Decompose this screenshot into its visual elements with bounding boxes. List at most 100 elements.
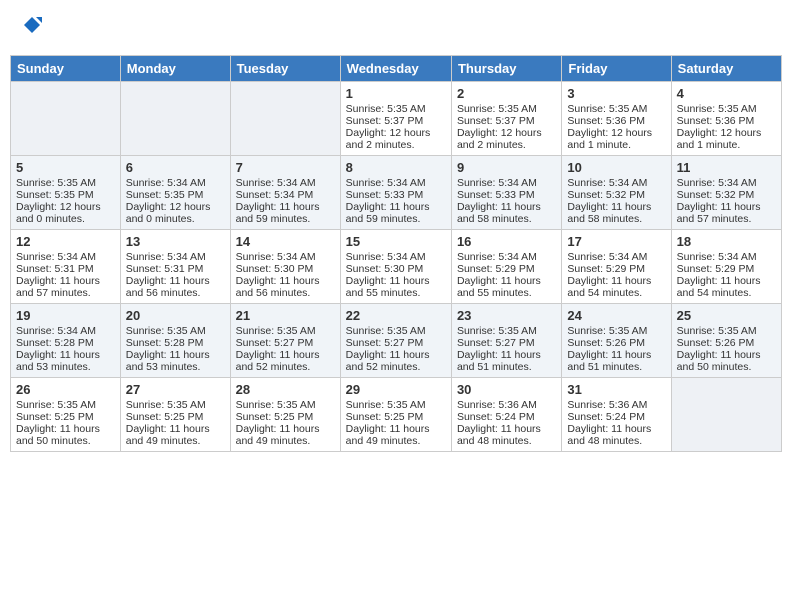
sunset-text: Sunset: 5:36 PM [567, 115, 665, 127]
sunrise-text: Sunrise: 5:34 AM [457, 177, 556, 189]
calendar-cell: 24Sunrise: 5:35 AMSunset: 5:26 PMDayligh… [562, 304, 671, 378]
sunset-text: Sunset: 5:26 PM [677, 337, 776, 349]
sunset-text: Sunset: 5:29 PM [677, 263, 776, 275]
sunrise-text: Sunrise: 5:35 AM [346, 399, 446, 411]
day-number: 22 [346, 308, 446, 323]
sunrise-text: Sunrise: 5:34 AM [677, 177, 776, 189]
daylight-text: Daylight: 12 hours and 1 minute. [567, 127, 665, 151]
sunrise-text: Sunrise: 5:35 AM [346, 103, 446, 115]
daylight-text: Daylight: 11 hours and 59 minutes. [236, 201, 335, 225]
calendar-table: SundayMondayTuesdayWednesdayThursdayFrid… [10, 55, 782, 452]
calendar-week-row: 19 Sunrise: 5:34 AM Sunset: 5:28 PM Dayligh… [11, 304, 782, 378]
sunrise-text: Sunrise: 5:35 AM [677, 325, 776, 337]
daylight-text: Daylight: 12 hours and 1 minute. [677, 127, 776, 151]
sunrise-text: Sunrise: 5:35 AM [457, 325, 556, 337]
daylight-text: Daylight: 11 hours and 53 minutes. [16, 349, 115, 373]
daylight-text: Daylight: 11 hours and 55 minutes. [346, 275, 446, 299]
sunset-text: Sunset: 5:34 PM [236, 189, 335, 201]
calendar-header-row: SundayMondayTuesdayWednesdayThursdayFrid… [11, 56, 782, 82]
calendar-cell: 5Sunrise: 5:35 AMSunset: 5:35 PMDaylight… [11, 156, 121, 230]
daylight-text: Daylight: 11 hours and 56 minutes. [126, 275, 225, 299]
calendar-cell: 29Sunrise: 5:35 AMSunset: 5:25 PMDayligh… [340, 378, 451, 452]
daylight-text: Daylight: 11 hours and 52 minutes. [346, 349, 446, 373]
calendar-cell: 23Sunrise: 5:35 AMSunset: 5:27 PMDayligh… [451, 304, 561, 378]
calendar-cell: 27Sunrise: 5:35 AMSunset: 5:25 PMDayligh… [120, 378, 230, 452]
day-number: 8 [346, 160, 446, 175]
sunrise-text: Sunrise: 5:35 AM [236, 399, 335, 411]
sunset-text: Sunset: 5:25 PM [126, 411, 225, 423]
sunrise-text: Sunrise: 5:34 AM [16, 251, 115, 263]
day-number: 1 [346, 86, 446, 101]
day-number: 29 [346, 382, 446, 397]
day-number: 16 [457, 234, 556, 249]
sunset-text: Sunset: 5:27 PM [457, 337, 556, 349]
daylight-text: Daylight: 11 hours and 50 minutes. [16, 423, 115, 447]
calendar-cell: 10Sunrise: 5:34 AMSunset: 5:32 PMDayligh… [562, 156, 671, 230]
day-number: 21 [236, 308, 335, 323]
calendar-week-row: 12Sunrise: 5:34 AMSunset: 5:31 PMDayligh… [11, 230, 782, 304]
calendar-cell: 8Sunrise: 5:34 AMSunset: 5:33 PMDaylight… [340, 156, 451, 230]
day-number: 19 [16, 308, 115, 323]
daylight-text: Daylight: 11 hours and 49 minutes. [236, 423, 335, 447]
daylight-text: Daylight: 11 hours and 58 minutes. [457, 201, 556, 225]
day-number: 4 [677, 86, 776, 101]
weekday-header: Monday [120, 56, 230, 82]
calendar-week-row: 1Sunrise: 5:35 AMSunset: 5:37 PMDaylight… [11, 82, 782, 156]
day-number: 5 [16, 160, 115, 175]
sunrise-text: Sunrise: 5:35 AM [346, 325, 446, 337]
logo-icon [22, 15, 42, 35]
sunrise-text: Sunrise: 5:34 AM [126, 177, 225, 189]
sunrise-text: Sunrise: 5:35 AM [126, 399, 225, 411]
daylight-text: Daylight: 11 hours and 57 minutes. [677, 201, 776, 225]
daylight-text: Daylight: 11 hours and 49 minutes. [346, 423, 446, 447]
day-number: 31 [567, 382, 665, 397]
calendar-cell: 11Sunrise: 5:34 AMSunset: 5:32 PMDayligh… [671, 156, 781, 230]
daylight-text: Daylight: 12 hours and 0 minutes. [16, 201, 115, 225]
calendar-cell: 3Sunrise: 5:35 AMSunset: 5:36 PMDaylight… [562, 82, 671, 156]
sunset-text: Sunset: 5:31 PM [126, 263, 225, 275]
sunset-text: Sunset: 5:35 PM [126, 189, 225, 201]
calendar-week-row: 5Sunrise: 5:35 AMSunset: 5:35 PMDaylight… [11, 156, 782, 230]
sunrise-text: Sunrise: 5:35 AM [567, 325, 665, 337]
daylight-text: Daylight: 11 hours and 54 minutes. [567, 275, 665, 299]
daylight-text: Daylight: 11 hours and 51 minutes. [567, 349, 665, 373]
daylight-text: Daylight: 12 hours and 2 minutes. [457, 127, 556, 151]
sunrise-text: Sunrise: 5:34 AM [346, 177, 446, 189]
calendar-cell: 18Sunrise: 5:34 AMSunset: 5:29 PMDayligh… [671, 230, 781, 304]
sunset-text: Sunset: 5:28 PM [126, 337, 225, 349]
page-header [10, 10, 782, 45]
logo [20, 15, 42, 40]
daylight-text: Daylight: 11 hours and 58 minutes. [567, 201, 665, 225]
sunset-text: Sunset: 5:25 PM [236, 411, 335, 423]
calendar-cell: 22Sunrise: 5:35 AMSunset: 5:27 PMDayligh… [340, 304, 451, 378]
weekday-header: Tuesday [230, 56, 340, 82]
daylight-text: Daylight: 11 hours and 52 minutes. [236, 349, 335, 373]
sunset-text: Sunset: 5:32 PM [677, 189, 776, 201]
sunset-text: Sunset: 5:29 PM [567, 263, 665, 275]
calendar-cell: 15Sunrise: 5:34 AMSunset: 5:30 PMDayligh… [340, 230, 451, 304]
sunrise-text: Sunrise: 5:36 AM [567, 399, 665, 411]
sunset-text: Sunset: 5:33 PM [457, 189, 556, 201]
sunrise-text: Sunrise: 5:34 AM [346, 251, 446, 263]
daylight-text: Daylight: 11 hours and 49 minutes. [126, 423, 225, 447]
day-number: 15 [346, 234, 446, 249]
daylight-text: Daylight: 11 hours and 54 minutes. [677, 275, 776, 299]
calendar-cell [11, 82, 121, 156]
day-number: 3 [567, 86, 665, 101]
calendar-cell [120, 82, 230, 156]
sunset-text: Sunset: 5:35 PM [16, 189, 115, 201]
calendar-cell: 28 Sunrise: 5:35 AMSunset: 5:25 PMDayligh… [230, 378, 340, 452]
sunrise-text: Sunrise: 5:35 AM [126, 325, 225, 337]
calendar-cell: 31Sunrise: 5:36 AMSunset: 5:24 PMDayligh… [562, 378, 671, 452]
sunrise-text: Sunrise: 5:35 AM [457, 103, 556, 115]
calendar-cell: 17Sunrise: 5:34 AMSunset: 5:29 PMDayligh… [562, 230, 671, 304]
day-number: 28 [236, 382, 335, 397]
day-number: 13 [126, 234, 225, 249]
weekday-header: Sunday [11, 56, 121, 82]
weekday-header: Friday [562, 56, 671, 82]
daylight-text: Daylight: 11 hours and 48 minutes. [567, 423, 665, 447]
calendar-cell [671, 378, 781, 452]
sunset-text: Sunset: 5:32 PM [567, 189, 665, 201]
sunrise-text: Sunrise: 5:34 AM [16, 325, 115, 337]
calendar-cell: 12Sunrise: 5:34 AMSunset: 5:31 PMDayligh… [11, 230, 121, 304]
